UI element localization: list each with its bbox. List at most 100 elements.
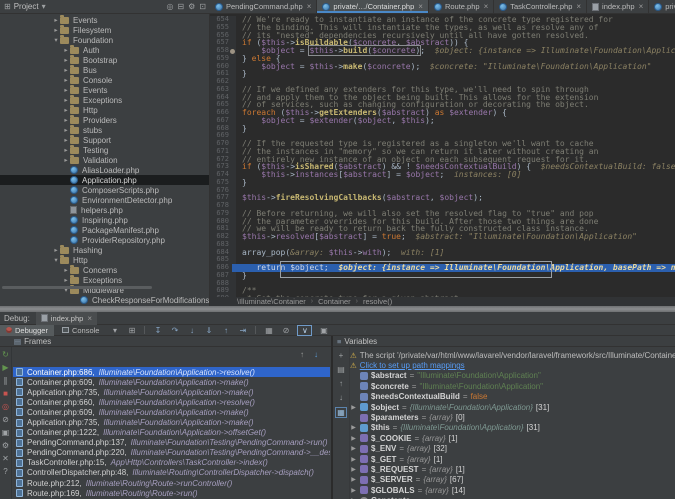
- tree-arrow-icon[interactable]: ▸: [62, 56, 70, 64]
- breadcrumb-item[interactable]: \Illuminate\Container: [237, 297, 306, 306]
- frame-down-button[interactable]: ↓: [314, 350, 318, 359]
- breadcrumb-item[interactable]: resolve(): [363, 297, 392, 306]
- tree-arrow-icon[interactable]: ▾: [52, 36, 60, 44]
- chevron-down-icon[interactable]: ▾: [107, 326, 122, 335]
- tree-arrow-icon[interactable]: ▸: [52, 16, 60, 24]
- expand-arrow-icon[interactable]: ▶: [350, 476, 357, 483]
- tree-item-events[interactable]: ▸Events: [0, 15, 209, 25]
- tree-item-helpers-php[interactable]: helpers.php: [0, 205, 209, 215]
- code-line-text[interactable]: array_pop(&array: $this->with); with: [1…: [236, 249, 675, 257]
- tree-arrow-icon[interactable]: ▸: [52, 26, 60, 34]
- rerun-button[interactable]: ↻: [2, 349, 9, 362]
- tree-item-http[interactable]: ▾Http: [0, 255, 209, 265]
- tree-arrow-icon[interactable]: ▸: [62, 86, 70, 94]
- close-icon[interactable]: ×: [484, 2, 489, 11]
- project-scrollbar[interactable]: [2, 286, 152, 289]
- frame-row[interactable]: Application.php:735,Illuminate\Foundatio…: [13, 387, 330, 397]
- resume-button[interactable]: ▶: [2, 362, 8, 375]
- tree-item-application-php[interactable]: Application.php: [0, 175, 209, 185]
- tree-arrow-icon[interactable]: ▸: [62, 276, 70, 284]
- tree-arrow-icon[interactable]: ▸: [52, 246, 60, 254]
- tree-item-support[interactable]: ▸Support: [0, 135, 209, 145]
- tree-item-packagemanifest-php[interactable]: PackageManifest.php: [0, 225, 209, 235]
- expand-arrow-icon[interactable]: ▶: [350, 487, 357, 494]
- settings-button[interactable]: ⚙: [2, 440, 9, 453]
- step-out-button[interactable]: ↑: [218, 326, 233, 335]
- close-icon[interactable]: ×: [576, 2, 581, 11]
- move-up-button[interactable]: ↑: [339, 379, 343, 388]
- frame-row[interactable]: Container.php:609,Illuminate\Foundation\…: [13, 377, 330, 387]
- close-icon[interactable]: ×: [639, 2, 644, 11]
- tree-item-exceptions[interactable]: ▸Exceptions: [0, 95, 209, 105]
- code-line-text[interactable]: $this->instances[$abstract] = $object; i…: [236, 171, 675, 179]
- code-line-text[interactable]: }: [236, 125, 675, 133]
- restore-layout-button[interactable]: ▣: [316, 326, 331, 335]
- step-over-button[interactable]: ↷: [167, 326, 182, 335]
- move-down-button[interactable]: ↓: [339, 393, 343, 402]
- tree-item-composerscripts-php[interactable]: ComposerScripts.php: [0, 185, 209, 195]
- tree-item-exceptions[interactable]: ▸Exceptions: [0, 275, 209, 285]
- editor-tab-index-php[interactable]: index.php×: [587, 0, 649, 13]
- breadcrumb-item[interactable]: Container: [318, 297, 351, 306]
- variable-row-abstract[interactable]: $abstract="Illuminate\Foundation\Applica…: [350, 371, 675, 381]
- variable-row-_server[interactable]: ▶$_SERVER={array}[67]: [350, 475, 675, 485]
- expand-arrow-icon[interactable]: ▶: [350, 424, 357, 431]
- close-icon[interactable]: ×: [418, 2, 423, 11]
- run-to-cursor-button[interactable]: ⇥: [235, 326, 250, 335]
- collapse-all-button[interactable]: ⊟: [177, 2, 184, 11]
- frame-row[interactable]: Route.php:212,Illuminate\Routing\Route->…: [13, 478, 330, 488]
- force-step-into-button[interactable]: ⇓: [201, 326, 216, 335]
- tree-item-stubs[interactable]: ▸stubs: [0, 125, 209, 135]
- tree-item-testing[interactable]: ▸Testing: [0, 145, 209, 155]
- close-button[interactable]: ✕: [2, 453, 9, 466]
- editor-tab-private-application-php[interactable]: private/…/Application.php×: [649, 0, 675, 13]
- hide-panel-button[interactable]: ⊡: [199, 2, 206, 11]
- tree-arrow-icon[interactable]: ▸: [62, 66, 70, 74]
- tree-arrow-icon[interactable]: ▸: [62, 106, 70, 114]
- chevron-down-icon[interactable]: ▾: [42, 2, 46, 11]
- frame-up-button[interactable]: ↑: [300, 350, 304, 359]
- expand-arrow-icon[interactable]: ▶: [350, 435, 357, 442]
- editor-tab-private-container-php[interactable]: private/…/Container.php×: [317, 0, 429, 13]
- tree-arrow-icon[interactable]: ▸: [62, 76, 70, 84]
- layout-grid-icon[interactable]: ⊞: [124, 326, 139, 335]
- tree-item-providers[interactable]: ▸Providers: [0, 115, 209, 125]
- tree-item-validation[interactable]: ▸Validation: [0, 155, 209, 165]
- code-line-text[interactable]: [236, 280, 675, 288]
- frame-row[interactable]: ControllerDispatcher.php:48,Illuminate\R…: [13, 468, 330, 478]
- code-line-text[interactable]: $this->fireResolvingCallbacks($abstract,…: [236, 194, 675, 202]
- tree-arrow-icon[interactable]: ▸: [62, 146, 70, 154]
- variable-row-parameters[interactable]: $parameters={array}[0]: [350, 412, 675, 422]
- tree-item-foundation[interactable]: ▾Foundation: [0, 35, 209, 45]
- tree-arrow-icon[interactable]: ▸: [62, 116, 70, 124]
- code-line-text[interactable]: }: [236, 70, 675, 78]
- frame-row[interactable]: Application.php:735,Illuminate\Foundatio…: [13, 417, 330, 427]
- variable-row-object[interactable]: ▶$object={Illuminate\Foundation\Applicat…: [350, 402, 675, 412]
- locate-file-button[interactable]: ◎: [166, 2, 173, 11]
- code-line-text[interactable]: $object = $extender($object, $this);: [236, 117, 675, 125]
- tree-item-concerns[interactable]: ▸Concerns: [0, 265, 209, 275]
- variable-row-_request[interactable]: ▶$_REQUEST={array}[1]: [350, 464, 675, 474]
- settings-button[interactable]: ⚙: [188, 2, 195, 11]
- view-breakpoints-button[interactable]: ▦: [261, 326, 276, 335]
- variable-row-_get[interactable]: ▶$_GET={array}[1]: [350, 454, 675, 464]
- code-line-text[interactable]: $object = $this->make($concrete); $concr…: [236, 63, 675, 71]
- debug-tab-debugger[interactable]: Debugger: [0, 325, 54, 336]
- editor-tab-route-php[interactable]: Route.php×: [429, 0, 494, 13]
- tree-item-events[interactable]: ▸Events: [0, 85, 209, 95]
- show-watches-toggle[interactable]: ▦: [335, 407, 347, 418]
- frame-row[interactable]: PendingCommand.php:137,Illuminate\Founda…: [13, 438, 330, 448]
- expand-arrow-icon[interactable]: ▶: [350, 456, 357, 463]
- tree-item-console[interactable]: ▸Console: [0, 75, 209, 85]
- tree-arrow-icon[interactable]: ▸: [62, 136, 70, 144]
- tree-item-auth[interactable]: ▸Auth: [0, 45, 209, 55]
- tree-item-providerrepository-php[interactable]: ProviderRepository.php: [0, 235, 209, 245]
- variable-row-globals[interactable]: ▶$GLOBALS={array}[14]: [350, 485, 675, 495]
- mute-breakpoints-button[interactable]: ⊘: [2, 414, 9, 427]
- add-watch-button[interactable]: +: [339, 351, 344, 360]
- tree-item-aliasloader-php[interactable]: AliasLoader.php: [0, 165, 209, 175]
- tree-arrow-icon[interactable]: ▸: [62, 266, 70, 274]
- tree-item-checkresponseformodifications-ph[interactable]: CheckResponseForModifications.ph: [0, 295, 209, 305]
- step-into-button[interactable]: ↓: [184, 326, 199, 335]
- code-editor[interactable]: 654// We're ready to instantiate an inst…: [210, 14, 675, 297]
